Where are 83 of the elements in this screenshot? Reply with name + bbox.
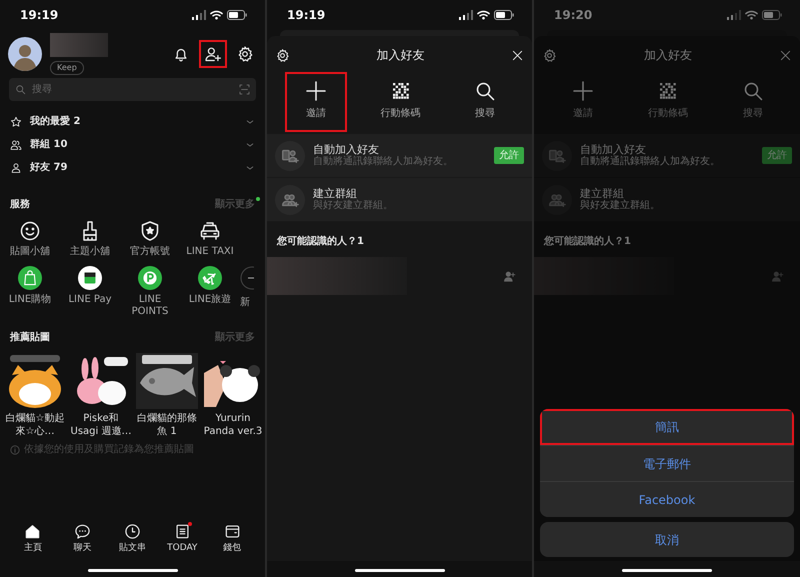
scan-icon[interactable] xyxy=(239,84,250,95)
list-header[interactable]: 群組 10 xyxy=(30,137,68,152)
service-label[interactable]: 官方帳號 xyxy=(130,246,170,258)
star-icon xyxy=(10,116,22,128)
wifi-icon xyxy=(745,10,758,20)
group-icon xyxy=(10,138,22,150)
qr-code-icon xyxy=(657,80,679,102)
signal-icon xyxy=(192,10,206,20)
avatar[interactable] xyxy=(8,37,42,71)
taxi-icon[interactable] xyxy=(199,220,221,242)
search-icon xyxy=(474,80,496,102)
service-label[interactable]: 貼圖小舖 xyxy=(10,246,50,258)
keep-badge[interactable]: Keep xyxy=(50,61,84,75)
row-title[interactable]: 建立群組 xyxy=(313,186,393,200)
section-title: 您可能認識的人？1 xyxy=(277,236,364,247)
signal-icon xyxy=(459,10,473,20)
search-icon xyxy=(742,80,764,102)
sheet-title: 加入好友 xyxy=(644,47,692,64)
home-icon xyxy=(24,522,42,540)
document-icon xyxy=(174,522,191,540)
smile-icon[interactable] xyxy=(19,220,41,242)
list-header[interactable]: 好友 79 xyxy=(30,160,68,175)
service-label[interactable]: LINE POINTS xyxy=(127,294,173,317)
wallet-card-icon[interactable] xyxy=(78,266,102,290)
redaction-block xyxy=(50,33,108,57)
status-time: 19:20 xyxy=(554,7,592,24)
section-title: 您可能認識的人？1 xyxy=(544,236,631,247)
shield-icon[interactable] xyxy=(139,220,161,242)
service-label[interactable]: LINE購物 xyxy=(8,294,52,306)
service-label[interactable]: LINE Pay xyxy=(68,294,112,306)
share-option[interactable]: 簡訊 xyxy=(540,409,794,445)
cancel-button[interactable]: 取消 xyxy=(540,522,794,557)
notification-dot xyxy=(188,522,192,526)
sticker-name[interactable]: 白爛貓☆動起來☆心… xyxy=(4,413,66,438)
share-option[interactable]: Facebook xyxy=(540,481,794,517)
battery-icon xyxy=(762,10,782,20)
tab[interactable]: 錢包 xyxy=(207,522,257,555)
clock-icon xyxy=(124,522,141,540)
service-label[interactable]: 新 xyxy=(240,297,250,308)
service-label[interactable]: LINE TAXI xyxy=(186,246,234,258)
row-subtitle: 與好友建立群組。 xyxy=(313,200,393,212)
action-button[interactable]: 搜尋 xyxy=(456,74,514,130)
recommendation-note: 依據您的使用及購買記錄為您推薦貼圖 xyxy=(24,442,194,457)
row-subtitle: 自動將通訊錄聯絡人加為好友。 xyxy=(580,156,720,168)
search-bar[interactable]: 搜尋 xyxy=(9,78,256,101)
sticker-name[interactable]: 白爛貓的那條魚 1 xyxy=(136,413,198,438)
tab[interactable]: TODAY xyxy=(157,522,208,555)
section-title: 推薦貼圖 xyxy=(10,330,50,345)
settings-icon[interactable] xyxy=(275,48,290,62)
battery-icon xyxy=(494,10,514,20)
signal-icon xyxy=(727,10,741,20)
wifi-icon xyxy=(210,10,223,20)
shopping-bag-icon[interactable] xyxy=(18,266,42,290)
action-button[interactable]: 行動條碼 xyxy=(372,74,430,130)
tab[interactable]: 貼文串 xyxy=(108,522,158,555)
service-label[interactable]: LINE旅遊 xyxy=(188,294,232,306)
points-icon[interactable] xyxy=(138,266,162,290)
plane-icon[interactable] xyxy=(198,266,222,290)
search-icon xyxy=(15,84,26,95)
row-title[interactable]: 自動加入好友 xyxy=(313,142,453,156)
section-title: 服務 xyxy=(10,198,30,212)
tab[interactable]: 聊天 xyxy=(58,522,108,555)
action-button[interactable]: 邀請 xyxy=(287,74,345,130)
status-time: 19:19 xyxy=(287,7,326,24)
wifi-icon xyxy=(477,10,490,20)
sticker-name[interactable]: Piske和 Usagi 週邀… xyxy=(70,413,132,438)
status-time: 19:19 xyxy=(20,7,58,24)
row-title[interactable]: 自動加入好友 xyxy=(580,142,720,156)
close-icon[interactable] xyxy=(511,48,524,62)
row-subtitle: 自動將通訊錄聯絡人加為好友。 xyxy=(313,156,453,168)
list-header[interactable]: 我的最愛 2 xyxy=(30,114,80,129)
search-field[interactable]: 搜尋 xyxy=(30,81,235,98)
battery-icon xyxy=(227,10,247,20)
tab[interactable]: 主頁 xyxy=(8,522,58,555)
sheet-title: 加入好友 xyxy=(376,47,424,64)
service-label[interactable]: 主題小舖 xyxy=(70,246,110,258)
sticker-name[interactable]: Yururin Panda ver.3 xyxy=(202,413,264,438)
person-icon xyxy=(10,162,22,174)
chat-icon xyxy=(74,522,92,540)
row-title[interactable]: 建立群組 xyxy=(580,186,660,200)
wallet-icon xyxy=(224,522,241,540)
info-icon xyxy=(10,444,20,454)
row-subtitle: 與好友建立群組。 xyxy=(580,200,660,212)
